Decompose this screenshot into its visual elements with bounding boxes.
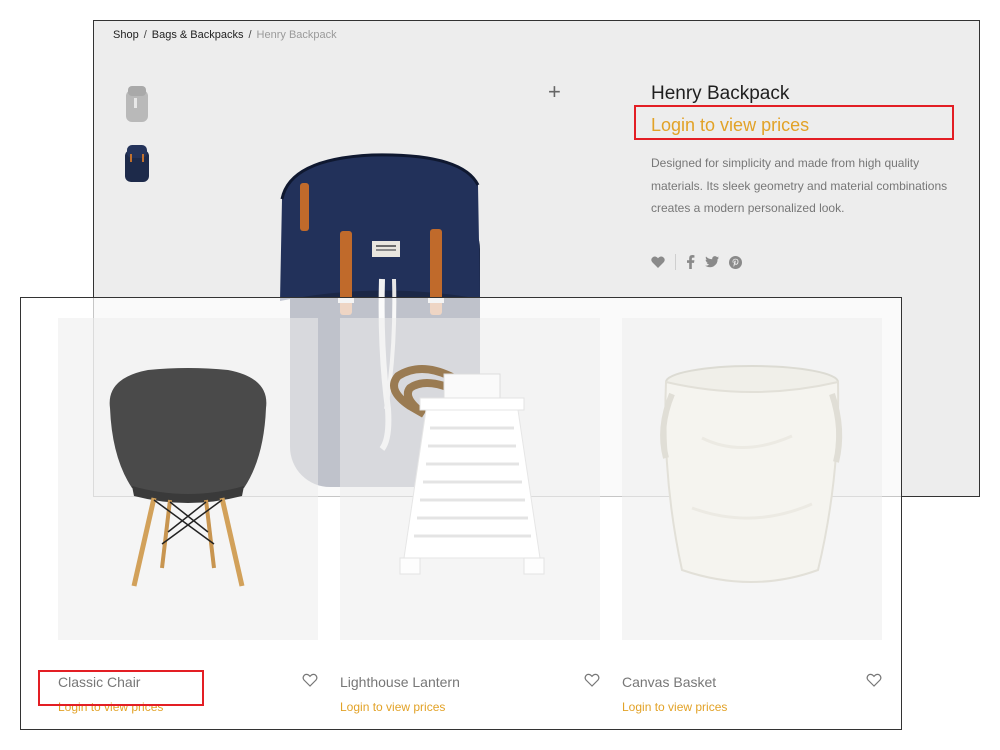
product-title: Henry Backpack [651, 83, 790, 104]
product-name[interactable]: Canvas Basket [622, 674, 716, 690]
product-card-lighthouse-lantern[interactable]: Lighthouse Lantern Login to view prices [340, 318, 600, 714]
heart-outline-icon[interactable] [302, 673, 318, 687]
chair-illustration [109, 368, 267, 587]
pinterest-icon[interactable] [729, 255, 742, 269]
basket-illustration [660, 365, 843, 583]
share-bar [651, 253, 742, 271]
product-description: Designed for simplicity and made from hi… [651, 156, 948, 215]
heart-outline-icon[interactable] [866, 673, 882, 687]
product-image-lighthouse-lantern[interactable] [340, 318, 600, 640]
zoom-plus-icon[interactable]: + [548, 81, 561, 103]
facebook-icon[interactable] [686, 255, 695, 269]
breadcrumb-separator: / [248, 29, 252, 41]
heart-icon[interactable] [651, 256, 665, 268]
product-image-canvas-basket[interactable] [622, 318, 882, 640]
breadcrumb-bags-backpacks[interactable]: Bags & Backpacks [152, 29, 244, 41]
highlight-box [634, 105, 954, 140]
share-divider [675, 254, 676, 270]
breadcrumb-current: Henry Backpack [256, 29, 337, 41]
lantern-illustration [390, 365, 545, 575]
heart-outline-icon[interactable] [584, 673, 600, 687]
login-to-view-prices-link[interactable]: Login to view prices [622, 700, 727, 714]
thumbnail-navy-backpack[interactable] [123, 144, 151, 184]
product-name[interactable]: Lighthouse Lantern [340, 674, 460, 690]
breadcrumb-shop[interactable]: Shop [113, 29, 139, 41]
login-to-view-prices-link[interactable]: Login to view prices [340, 700, 445, 714]
thumbnail-gray-backpack[interactable] [123, 84, 151, 124]
product-grid-panel: Classic Chair Login to view prices Light… [20, 297, 902, 730]
breadcrumb-separator: / [143, 29, 147, 41]
breadcrumb: Shop / Bags & Backpacks / Henry Backpack [113, 29, 337, 41]
product-card-classic-chair[interactable]: Classic Chair Login to view prices [58, 318, 318, 714]
product-image-classic-chair[interactable] [58, 318, 318, 640]
twitter-icon[interactable] [705, 256, 719, 268]
highlight-box [38, 670, 204, 706]
product-card-canvas-basket[interactable]: Canvas Basket Login to view prices [622, 318, 882, 714]
